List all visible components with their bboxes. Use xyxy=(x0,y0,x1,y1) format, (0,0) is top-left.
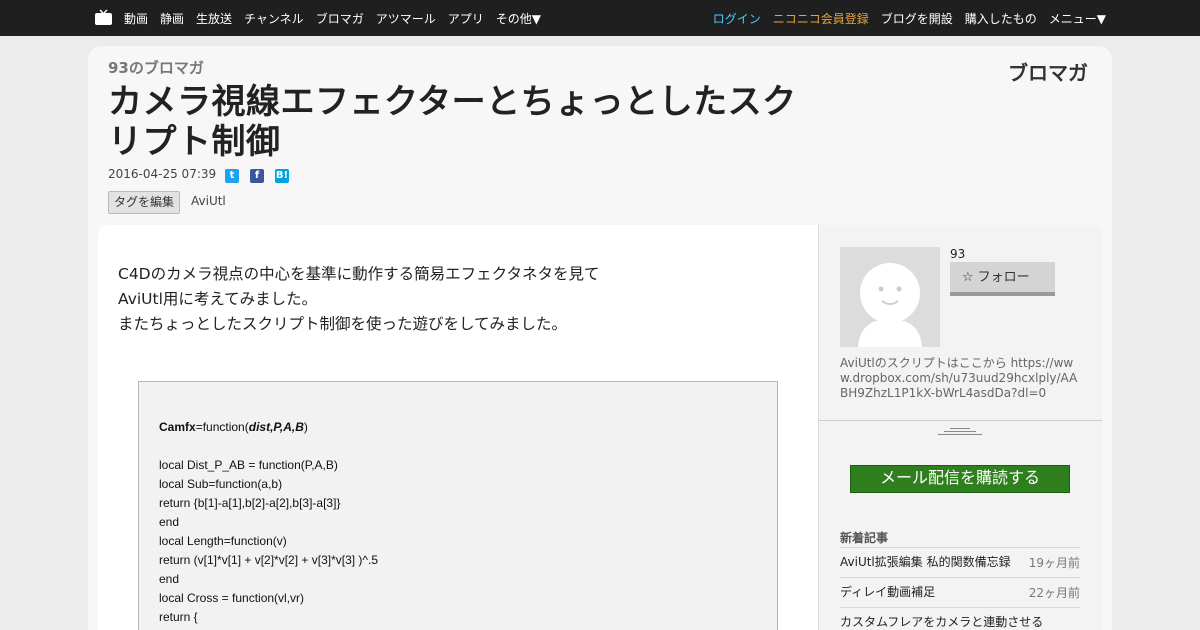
default-user-icon xyxy=(858,263,922,347)
list-item[interactable]: ディレイ動画補足 22ヶ月前 xyxy=(840,577,1080,607)
account-menu: ログイン ニコニコ会員登録 ブログを開設 購入したもの メニュー▼ xyxy=(701,0,1106,36)
code-line: return (v[1]*v[1] + v[2]*v[2] + v[3]*v[3… xyxy=(159,553,379,567)
login-link[interactable]: ログイン xyxy=(713,10,761,27)
new-article-title: カスタムフレアをカメラと連動させる xyxy=(840,615,1044,629)
top-nav-bar: 動画 静画 生放送 チャンネル ブロマガ アツマール アプリ その他▼ ログイン… xyxy=(0,0,1200,36)
lead-line: またちょっとしたスクリプト制御を使った遊びをしてみました。 xyxy=(118,315,568,333)
lead-line: AviUtl用に考えてみました。 xyxy=(118,290,318,308)
code-line-function: Camfx=function(dist,P,A,B) xyxy=(159,418,378,437)
code-line: return { xyxy=(159,610,198,624)
menu-dropdown[interactable]: メニュー▼ xyxy=(1049,10,1106,27)
nav-item-app[interactable]: アプリ xyxy=(448,10,484,27)
follow-button[interactable]: ☆ フォロー xyxy=(950,262,1055,296)
code-line: local Length=function(v) xyxy=(159,534,287,548)
nav-item-bromaga[interactable]: ブロマガ xyxy=(316,10,364,27)
niconico-tv-icon[interactable] xyxy=(95,9,112,25)
code-line: local Dist_P_AB = function(P,A,B) xyxy=(159,458,338,472)
nav-item-channel[interactable]: チャンネル xyxy=(244,10,304,27)
code-line: local Sub=function(a,b) xyxy=(159,477,283,491)
lead-line: C4Dのカメラ視点の中心を基準に動作する簡易エフェクタネタを見て xyxy=(118,265,600,283)
code-line: local Cross = function(vl,vr) xyxy=(159,591,305,605)
subscribe-mail-button[interactable]: メール配信を購読する xyxy=(850,465,1070,493)
code-line: end xyxy=(159,515,180,529)
code-text: Camfx=function(dist,P,A,B) local Dist_P_… xyxy=(159,418,378,627)
tag-aviutl[interactable]: AviUtl xyxy=(191,194,226,208)
profile-description: AviUtlのスクリプトはここから https://www.dropbox.co… xyxy=(840,356,1078,400)
nav-item-video[interactable]: 動画 xyxy=(124,10,148,27)
edit-tags-button[interactable]: タグを編集 xyxy=(108,191,181,214)
code-line: end xyxy=(159,572,180,586)
code-function-name: Camfx xyxy=(159,420,196,434)
facebook-share-icon[interactable]: f xyxy=(250,169,264,183)
new-article-title: AviUtl拡張編集 私的関数備忘録 xyxy=(840,555,1011,569)
new-article-title: ディレイ動画補足 xyxy=(840,585,936,599)
hatena-bookmark-icon[interactable]: B! xyxy=(275,169,289,183)
article-title: カメラ視線エフェクターとちょっとしたスクリプト制御 xyxy=(108,82,797,162)
twitter-share-icon[interactable]: t xyxy=(225,169,239,183)
nav-item-other[interactable]: その他▼ xyxy=(496,10,541,27)
list-item[interactable]: AviUtl拡張編集 私的関数備忘録 19ヶ月前 xyxy=(840,547,1080,577)
new-articles-list: AviUtl拡張編集 私的関数備忘録 19ヶ月前 ディレイ動画補足 22ヶ月前 … xyxy=(840,547,1080,630)
article-date: 2016-04-25 07:39 xyxy=(108,167,217,181)
new-articles-heading: 新着記事 xyxy=(840,531,889,545)
nav-item-seiga[interactable]: 静画 xyxy=(160,10,184,27)
code-function-keyword: =function( xyxy=(195,420,249,434)
star-icon: ☆ xyxy=(962,270,974,285)
bromaga-logo[interactable]: ブロマガ xyxy=(1008,57,1088,86)
sidebar-divider xyxy=(818,420,1102,421)
code-function-args: dist,P,A,B xyxy=(248,420,304,434)
article-lead: C4Dのカメラ視点の中心を基準に動作する簡易エフェクタネタを見て AviUtl用… xyxy=(118,262,600,337)
list-item[interactable]: カスタムフレアをカメラと連動させる xyxy=(840,607,1080,630)
avatar[interactable] xyxy=(840,247,940,347)
service-menu: 動画 静画 生放送 チャンネル ブロマガ アツマール アプリ その他▼ xyxy=(124,0,553,36)
purchased-link[interactable]: 購入したもの xyxy=(965,10,1037,27)
new-article-date: 19ヶ月前 xyxy=(1028,556,1080,570)
open-blog-link[interactable]: ブログを開設 xyxy=(881,10,953,27)
follow-label: フォロー xyxy=(977,270,1030,285)
new-article-date: 22ヶ月前 xyxy=(1028,586,1080,600)
nav-item-atsumaru[interactable]: アツマール xyxy=(376,10,436,27)
register-link[interactable]: ニコニコ会員登録 xyxy=(773,10,869,27)
code-line: return {b[1]-a[1],b[2]-a[2],b[3]-a[3]} xyxy=(159,496,341,510)
author-name[interactable]: 93 xyxy=(950,247,965,261)
collapse-handle-icon[interactable] xyxy=(938,426,982,436)
code-function-close: ) xyxy=(303,420,308,434)
nav-item-live[interactable]: 生放送 xyxy=(196,10,232,27)
blog-name[interactable]: 93のブロマガ xyxy=(108,57,204,78)
